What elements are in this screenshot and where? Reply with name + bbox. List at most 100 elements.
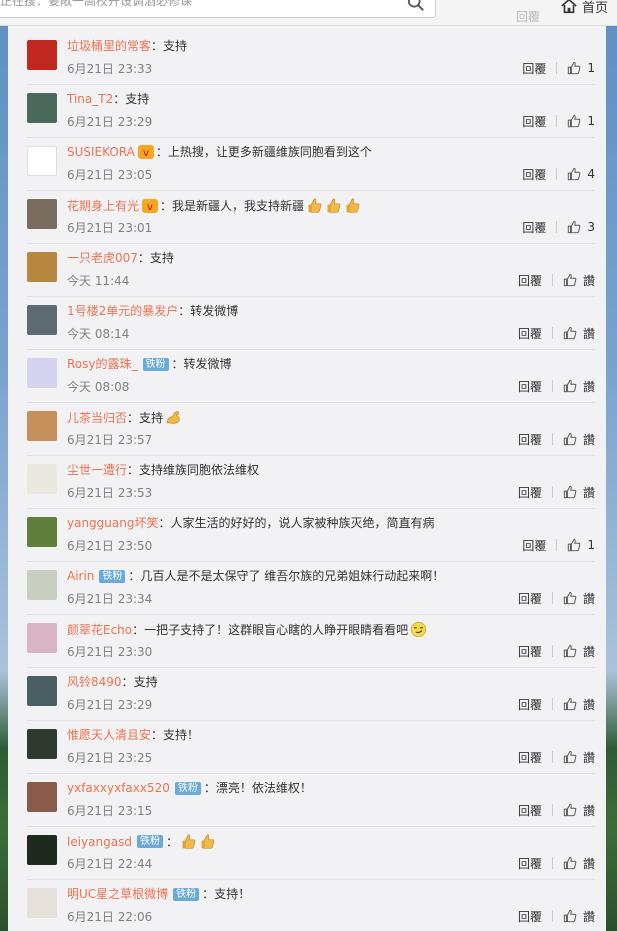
vip-badge-icon[interactable]: v (142, 198, 159, 213)
reply-button[interactable]: 回覆 (522, 166, 546, 183)
avatar[interactable] (27, 835, 57, 865)
reply-button[interactable]: 回覆 (518, 802, 542, 819)
avatar[interactable] (27, 146, 57, 176)
home-link[interactable]: 首页 (560, 0, 608, 16)
fan-badge[interactable]: 铁粉 (99, 569, 126, 583)
like-thumb-icon[interactable] (563, 803, 577, 817)
comment-line: 颜翠花Echo：一把子支持了！这群眼盲心瞎的人睁开眼睛看看吧 (67, 621, 427, 638)
like-thumb-icon[interactable] (563, 485, 577, 499)
reply-button[interactable]: 回覆 (518, 484, 542, 501)
like-count[interactable]: 讚 (583, 802, 595, 819)
like-thumb-icon[interactable] (563, 591, 577, 605)
like-thumb-icon[interactable] (563, 432, 577, 446)
avatar[interactable] (27, 570, 57, 600)
like-count[interactable]: 1 (587, 114, 595, 128)
avatar[interactable] (27, 40, 57, 70)
like-count[interactable]: 讚 (583, 378, 595, 395)
reply-button[interactable]: 回覆 (518, 855, 542, 872)
username-link[interactable]: 风铃8490 (67, 674, 122, 690)
comment-time: 今天 08:08 (67, 380, 130, 394)
like-count[interactable]: 讚 (583, 749, 595, 766)
avatar[interactable] (27, 517, 57, 547)
reply-button[interactable]: 回覆 (518, 749, 542, 766)
like-thumb-icon[interactable] (563, 750, 577, 764)
like-thumb-icon[interactable] (567, 538, 581, 552)
fan-badge[interactable]: 铁粉 (173, 887, 200, 901)
avatar[interactable] (27, 888, 57, 918)
like-thumb-icon[interactable] (567, 167, 581, 181)
like-count[interactable]: 讚 (583, 325, 595, 342)
comment-actions: 回覆 讚 (518, 643, 595, 659)
reply-button[interactable]: 回覆 (522, 113, 546, 130)
username-link[interactable]: 垃圾桶里的常客 (67, 38, 151, 54)
username-link[interactable]: 儿茶当归否 (67, 410, 127, 426)
username-link[interactable]: 明UC星之草根微博 (67, 886, 168, 902)
like-count[interactable]: 1 (587, 538, 595, 552)
username-link[interactable]: 颜翠花Echo (67, 622, 132, 638)
like-count[interactable]: 3 (587, 220, 595, 234)
username-link[interactable]: 1号楼2单元的暴发户 (67, 303, 178, 319)
like-thumb-icon[interactable] (563, 909, 577, 923)
like-count[interactable]: 4 (587, 167, 595, 181)
like-thumb-icon[interactable] (567, 220, 581, 234)
reply-button[interactable]: 回覆 (518, 325, 542, 342)
reply-button[interactable]: 回覆 (518, 696, 542, 713)
avatar[interactable] (27, 676, 57, 706)
username-link[interactable]: yxfaxxyxfaxx520 (67, 780, 170, 796)
username-link[interactable]: 尘世一遭行 (67, 462, 127, 478)
username-link[interactable]: 惟愿天人清且安 (67, 727, 151, 743)
search-input[interactable]: 正在搜：要敞一高校开设调酒必修课 (0, 0, 436, 18)
avatar[interactable] (27, 199, 57, 229)
like-count[interactable]: 讚 (583, 431, 595, 448)
reply-button[interactable]: 回覆 (518, 643, 542, 660)
username-link[interactable]: Rosy的露珠_ (67, 356, 138, 372)
avatar[interactable] (27, 93, 57, 123)
like-count[interactable]: 讚 (583, 590, 595, 607)
avatar[interactable] (27, 305, 57, 335)
username-link[interactable]: leiyangasd (67, 834, 132, 850)
fan-badge[interactable]: 铁粉 (174, 781, 201, 795)
fan-badge[interactable]: 铁粉 (136, 835, 163, 848)
like-thumb-icon[interactable] (567, 61, 581, 75)
like-thumb-icon[interactable] (563, 326, 577, 340)
colon-separator: ： (171, 357, 184, 371)
search-icon[interactable] (407, 0, 425, 12)
like-count[interactable]: 讚 (583, 484, 595, 501)
like-count[interactable]: 讚 (583, 643, 595, 660)
like-count[interactable]: 1 (587, 61, 595, 75)
like-count[interactable]: 讚 (583, 908, 595, 925)
avatar[interactable] (27, 252, 57, 282)
comment-time: 6月21日 23:53 (67, 486, 153, 500)
fan-badge[interactable]: 铁粉 (142, 357, 169, 371)
username-link[interactable]: Tina_T2 (67, 91, 113, 107)
reply-button[interactable]: 回覆 (518, 272, 542, 289)
like-thumb-icon[interactable] (567, 114, 581, 128)
reply-button[interactable]: 回覆 (518, 590, 542, 607)
avatar[interactable] (27, 782, 57, 812)
reply-button[interactable]: 回覆 (518, 431, 542, 448)
avatar[interactable] (27, 623, 57, 653)
reply-button[interactable]: 回覆 (518, 908, 542, 925)
like-count[interactable]: 讚 (583, 696, 595, 713)
username-link[interactable]: Airin (67, 568, 94, 584)
username-link[interactable]: SUSIEKORA (67, 144, 135, 160)
username-link[interactable]: 一只老虎007 (67, 250, 138, 266)
avatar[interactable] (27, 411, 57, 441)
avatar[interactable] (27, 464, 57, 494)
username-link[interactable]: 花期身上有光 (67, 198, 139, 214)
avatar[interactable] (27, 358, 57, 388)
like-count[interactable]: 讚 (583, 855, 595, 872)
like-count[interactable]: 讚 (583, 272, 595, 289)
like-thumb-icon[interactable] (563, 379, 577, 393)
username-link[interactable]: yangguang坏笑 (67, 515, 158, 531)
reply-button[interactable]: 回覆 (522, 60, 546, 77)
vip-badge-icon[interactable]: v (137, 145, 154, 159)
like-thumb-icon[interactable] (563, 697, 577, 711)
reply-button[interactable]: 回覆 (522, 219, 546, 236)
avatar[interactable] (27, 729, 57, 759)
reply-button[interactable]: 回覆 (518, 378, 542, 395)
like-thumb-icon[interactable] (563, 273, 577, 287)
like-thumb-icon[interactable] (563, 856, 577, 870)
reply-button[interactable]: 回覆 (522, 537, 546, 554)
like-thumb-icon[interactable] (563, 644, 577, 658)
